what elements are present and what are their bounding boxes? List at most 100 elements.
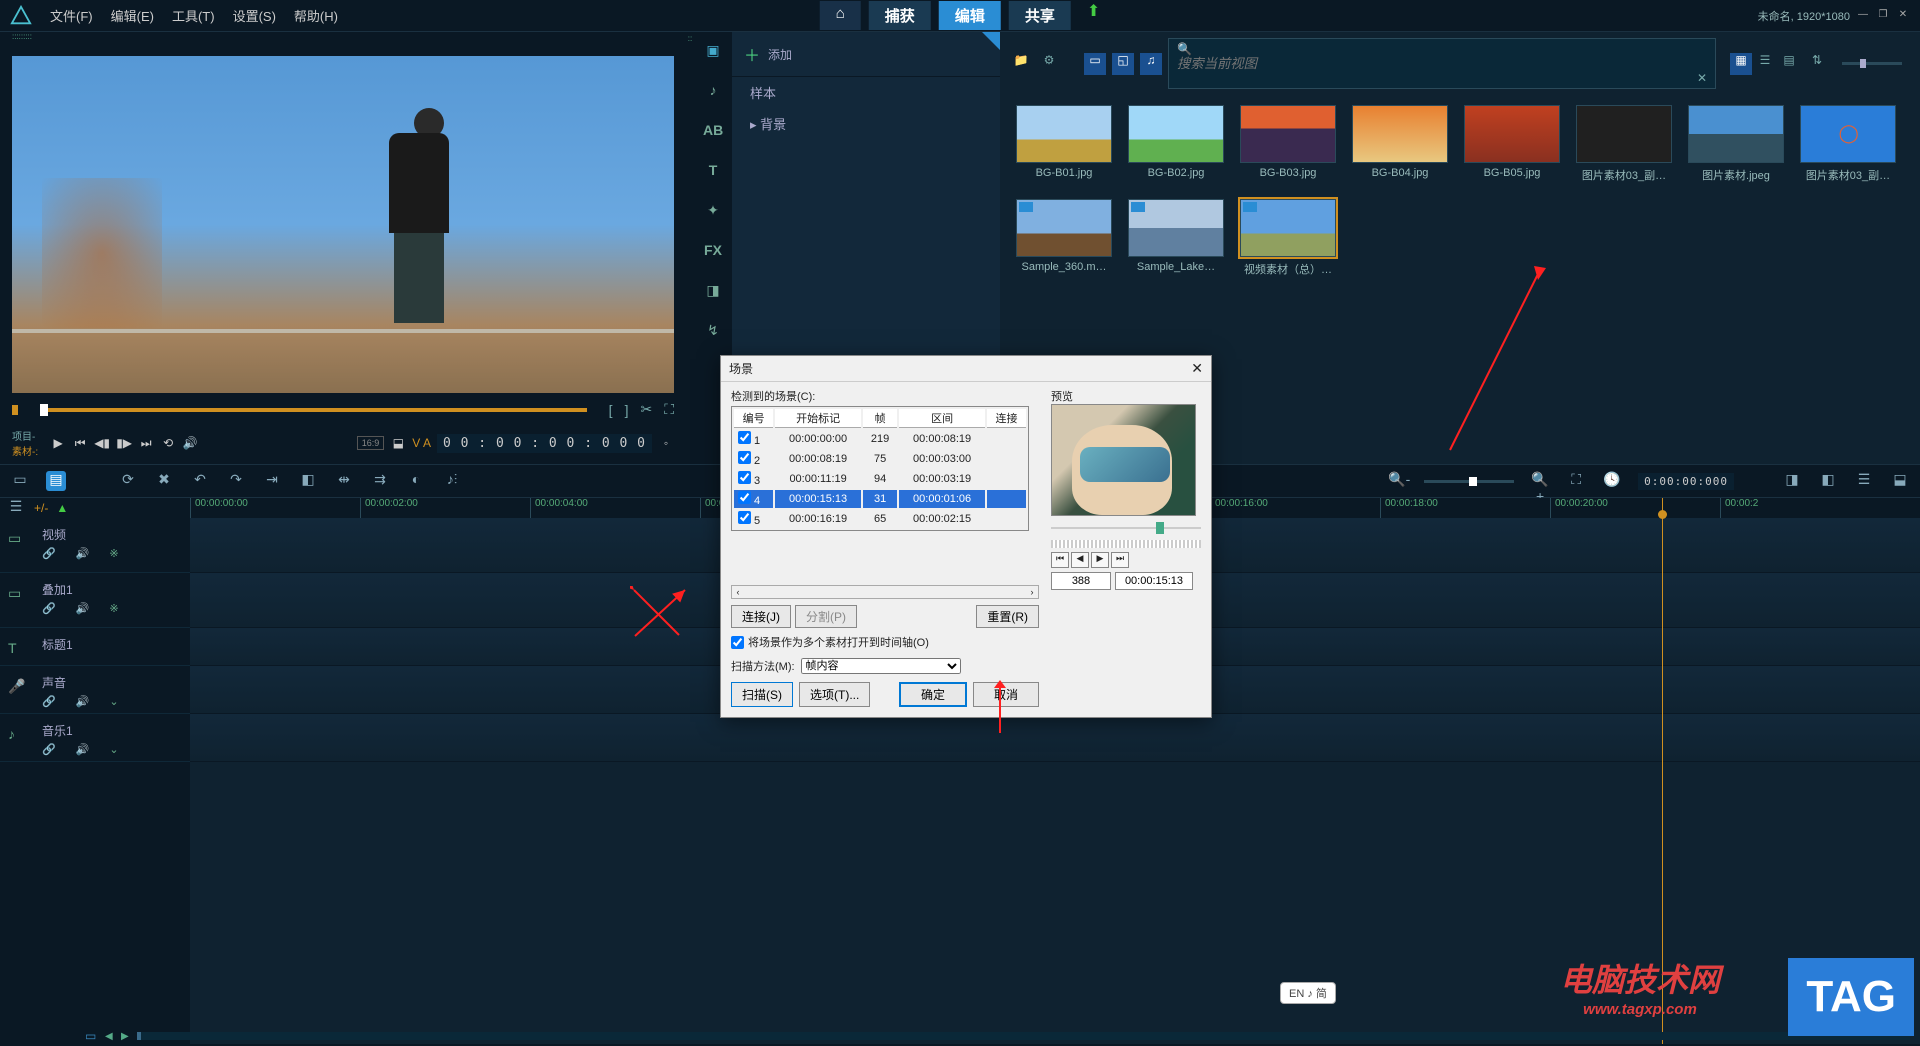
scene-row[interactable]: 400:00:15:133100:00:01:06 (734, 490, 1026, 508)
scene-row[interactable]: 500:00:16:196500:00:02:15 (734, 510, 1026, 528)
thumbnail-item[interactable]: BG-B02.jpg (1128, 105, 1224, 183)
close-icon[interactable]: ✕ (1896, 9, 1910, 23)
clear-search-icon[interactable]: ✕ (1697, 71, 1707, 85)
preview-video[interactable] (12, 56, 674, 393)
ime-indicator[interactable]: EN ♪ 简 (1280, 982, 1336, 1004)
thumbnail-item[interactable]: 图片素材.jpeg (1688, 105, 1784, 183)
track-header-music[interactable]: ♪ 音乐1 🔗🔊⌄ (0, 714, 190, 762)
title-icon[interactable]: T (703, 162, 723, 180)
view-thumb-icon[interactable]: ▦ (1730, 53, 1752, 75)
scene-row[interactable]: 300:00:11:199400:00:03:19 (734, 470, 1026, 488)
tab-share[interactable]: 共享 (1009, 1, 1071, 30)
scan-method-select[interactable]: 帧内容 (801, 658, 961, 674)
tree-background[interactable]: ▸ 背景 (732, 108, 1000, 139)
play-icon[interactable]: ▶ (50, 435, 66, 451)
thumbnail-item[interactable]: BG-B03.jpg (1240, 105, 1336, 183)
resize-icon[interactable]: ⬓ (390, 435, 406, 451)
track-header-overlay[interactable]: ▭ 叠加1 🔗🔊※ (0, 573, 190, 628)
fx-track-icon[interactable]: ※ (109, 547, 118, 560)
expand-icon[interactable]: ⛶ (664, 401, 674, 418)
view-list-icon[interactable]: ☰ (1754, 53, 1776, 75)
timeline-hscroll[interactable]: ▭ ◀▶ (85, 1030, 1910, 1042)
menu-help[interactable]: 帮助(H) (294, 6, 338, 25)
track-header-audio[interactable]: 🎤 声音 🔗🔊⌄ (0, 666, 190, 714)
sort-icon[interactable]: ⇅ (1806, 53, 1828, 75)
add-media-button[interactable]: 添加 (768, 46, 792, 63)
scan-button[interactable]: 扫描(S) (731, 682, 793, 707)
timeline-icon[interactable]: ▤ (46, 471, 66, 491)
filter-video-icon[interactable]: ▭ (1084, 53, 1106, 75)
ok-button[interactable]: 确定 (899, 682, 967, 707)
import-icon[interactable]: 📁 (1010, 53, 1032, 75)
filter-photo-icon[interactable]: ◱ (1112, 53, 1134, 75)
graphic-icon[interactable]: ✦ (703, 202, 723, 220)
track-header-title[interactable]: T 标题1 (0, 628, 190, 666)
dialog-scrubber[interactable] (1051, 522, 1201, 534)
reset-button[interactable]: 重置(R) (976, 605, 1039, 628)
clock-icon[interactable]: 🕓 (1602, 471, 1622, 491)
restore-icon[interactable]: ❐ (1876, 9, 1890, 23)
panel1-icon[interactable]: ◨ (1782, 471, 1802, 491)
marker-icon[interactable]: ◧ (298, 471, 318, 491)
replace-icon[interactable]: ⟳ (118, 471, 138, 491)
dlg-first-icon[interactable]: ⏮ (1051, 552, 1069, 568)
fit-icon[interactable]: ⛶ (1566, 471, 1586, 491)
thumbnail-item[interactable]: ◯图片素材03_副… (1800, 105, 1896, 183)
mark-in-icon[interactable] (12, 405, 18, 415)
prev-frame-icon[interactable]: ◀▮ (94, 435, 110, 451)
track-up-icon[interactable]: ▲ (56, 501, 68, 515)
zoom-timecode[interactable]: 0:00:00:000 (1638, 473, 1734, 490)
track-header-video[interactable]: ▭ 视频 🔗🔊※ (0, 518, 190, 573)
undo-icon[interactable]: ↶ (190, 471, 210, 491)
cancel-button[interactable]: 取消 (973, 682, 1039, 707)
slip-icon[interactable]: ⇉ (370, 471, 390, 491)
mixer-icon[interactable]: ♪⫶ (442, 471, 462, 491)
aspect-ratio[interactable]: 16:9 (357, 436, 385, 450)
menu-settings[interactable]: 设置(S) (233, 6, 276, 25)
thumbnail-item[interactable]: BG-B05.jpg (1464, 105, 1560, 183)
dlg-prev-icon[interactable]: ◀ (1071, 552, 1089, 568)
join-button[interactable]: 连接(J) (731, 605, 791, 628)
open-timeline-checkbox[interactable]: 将场景作为多个素材打开到时间轴(O) (731, 634, 1039, 650)
path-icon[interactable]: ↯ (703, 322, 723, 340)
tree-sample[interactable]: 样本 (732, 77, 1000, 108)
thumbnail-item[interactable]: Sample_Lake… (1128, 199, 1224, 277)
tab-home[interactable]: ⌂ (820, 1, 861, 30)
zoom-in-icon[interactable]: 🔍+ (1530, 471, 1550, 491)
thumbnail-item[interactable]: BG-B01.jpg (1016, 105, 1112, 183)
marker-in-icon[interactable]: ⇥ (262, 471, 282, 491)
minimize-icon[interactable]: ― (1856, 9, 1870, 23)
panel2-icon[interactable]: ◧ (1818, 471, 1838, 491)
mark-right-icon[interactable]: ] (625, 402, 629, 418)
tab-edit[interactable]: 编辑 (939, 1, 1001, 30)
thumbnail-item[interactable]: 图片素材03_副… (1576, 105, 1672, 183)
link-icon[interactable]: 🔗 (42, 547, 56, 560)
scissors-icon[interactable]: ✂ (640, 401, 652, 418)
tc-up-icon[interactable]: ◦ (658, 435, 674, 451)
dlg-last-icon[interactable]: ⏭ (1111, 552, 1129, 568)
media-icon[interactable]: ▣ (703, 42, 723, 60)
frame-timecode-input[interactable] (1115, 572, 1193, 590)
volume-icon[interactable]: 🔊 (182, 435, 198, 451)
track-menu-icon[interactable]: ☰ (6, 498, 26, 518)
thumb-size-slider[interactable] (1842, 62, 1902, 65)
tab-capture[interactable]: 捕获 (869, 1, 931, 30)
transition-icon[interactable]: AB (703, 122, 723, 140)
redo-icon[interactable]: ↷ (226, 471, 246, 491)
tools-icon[interactable]: ✖ (154, 471, 174, 491)
split-icon[interactable]: ⇹ (334, 471, 354, 491)
menu-file[interactable]: 文件(F) (50, 6, 93, 25)
corner-flag-icon[interactable] (982, 32, 1000, 50)
loop-icon[interactable]: ⟲ (160, 435, 176, 451)
upload-icon[interactable]: ⬆ (1087, 1, 1100, 30)
mode-project-label[interactable]: 项目- (12, 428, 38, 443)
thumbnail-item[interactable]: 视频素材（总）… (1240, 199, 1336, 277)
mute-icon[interactable]: 🔊 (76, 547, 90, 560)
storyboard-icon[interactable]: ▭ (10, 471, 30, 491)
menu-edit[interactable]: 编辑(E) (111, 6, 154, 25)
thumbnail-item[interactable]: BG-B04.jpg (1352, 105, 1448, 183)
fx-icon[interactable]: FX (703, 242, 723, 260)
table-hscroll[interactable]: ‹› (731, 585, 1039, 599)
scene-row[interactable]: 200:00:08:197500:00:03:00 (734, 450, 1026, 468)
scene-row[interactable]: 100:00:00:0021900:00:08:19 (734, 430, 1026, 448)
